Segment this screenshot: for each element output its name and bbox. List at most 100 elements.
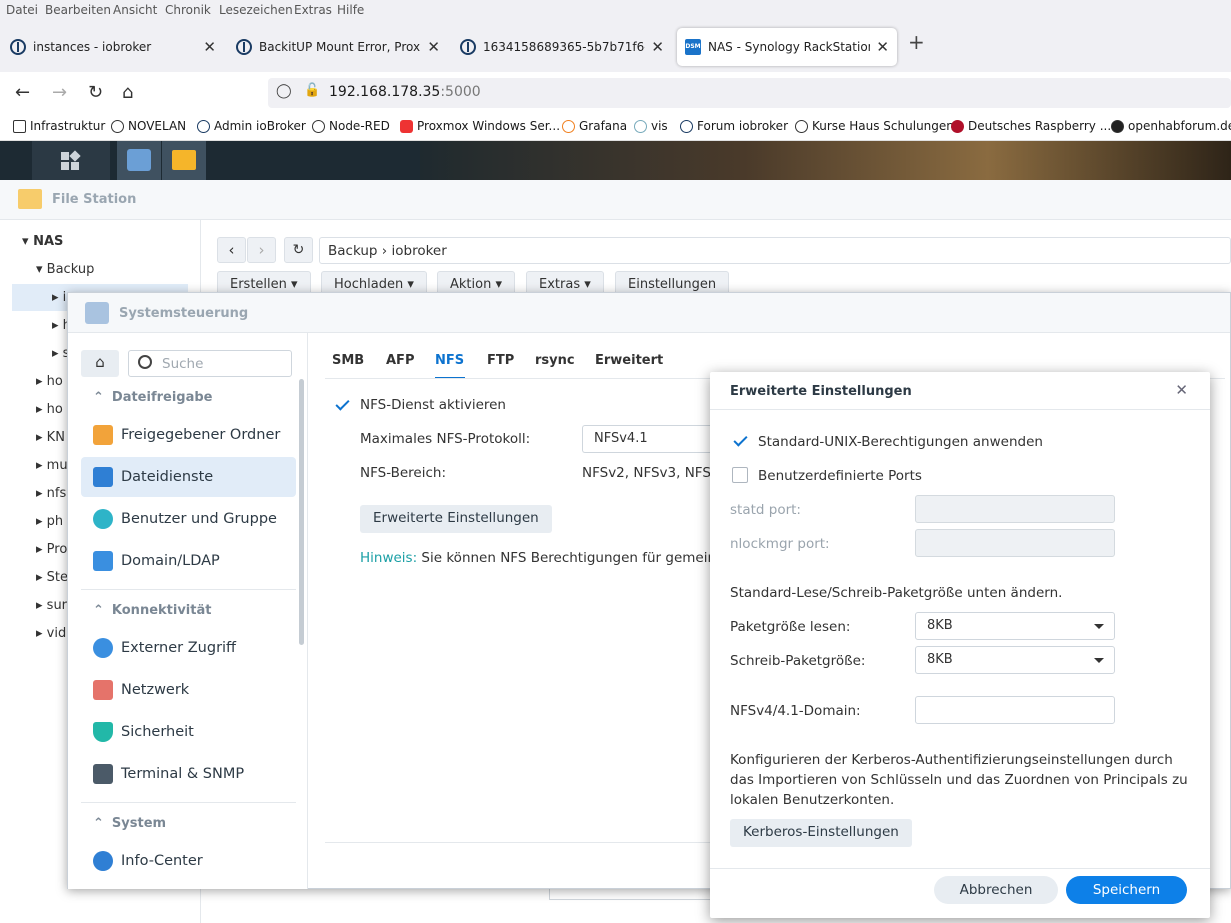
nfs-domain-input[interactable] xyxy=(915,696,1115,724)
scrollbar[interactable] xyxy=(299,379,304,645)
tree-item[interactable]: ▸ ph xyxy=(36,514,63,529)
forward-arrow-icon[interactable]: → xyxy=(52,82,67,103)
refresh-button[interactable]: ↻ xyxy=(284,237,313,263)
main-menu-button[interactable] xyxy=(32,141,110,180)
advanced-settings-button[interactable]: Erweiterte Einstellungen xyxy=(360,505,552,533)
custom-ports-checkbox[interactable] xyxy=(732,467,748,483)
menu-chronik[interactable]: Chronik xyxy=(165,3,211,17)
group-header-dateifreigabe[interactable]: ⌃ Dateifreigabe xyxy=(93,390,213,405)
sidebar-item-terminal-snmp[interactable]: Terminal & SNMP xyxy=(81,754,296,794)
breadcrumb-item[interactable]: Backup xyxy=(328,243,378,259)
search-input[interactable]: Suche xyxy=(128,350,292,377)
tree-item[interactable]: ▸ ho xyxy=(36,374,63,389)
sidebar-item-file-services[interactable]: Dateidienste xyxy=(81,457,296,497)
tree-root[interactable]: ▾ NAS xyxy=(22,234,63,249)
sidebar-item-network[interactable]: Netzwerk xyxy=(81,670,296,710)
menu-lesezeichen[interactable]: Lesezeichen xyxy=(219,3,293,17)
menu-datei[interactable]: Datei xyxy=(6,3,38,17)
dialog-titlebar[interactable]: Erweiterte Einstellungen ✕ xyxy=(710,372,1210,410)
home-icon: ⌂ xyxy=(95,353,105,371)
new-tab-button[interactable]: + xyxy=(908,30,925,54)
insecure-lock-icon[interactable]: 🔓 xyxy=(304,83,320,98)
tab-rsync[interactable]: rsync xyxy=(535,353,575,368)
tree-item[interactable]: ▸ mu xyxy=(36,458,68,473)
statd-port-input[interactable] xyxy=(915,495,1115,523)
cancel-button[interactable]: Abbrechen xyxy=(934,876,1058,904)
unix-permissions-checkbox[interactable] xyxy=(732,433,748,449)
menu-extras[interactable]: Extras xyxy=(294,3,332,17)
bookmark-item[interactable]: Proxmox Windows Ser... xyxy=(400,119,560,133)
menu-ansicht[interactable]: Ansicht xyxy=(113,3,157,17)
tab-ftp[interactable]: FTP xyxy=(487,353,514,368)
kerberos-settings-button[interactable]: Kerberos-Einstellungen xyxy=(730,819,912,847)
bookmark-item[interactable]: Deutsches Raspberry ... xyxy=(951,119,1111,133)
sidebar-item-user-group[interactable]: Benutzer und Gruppe xyxy=(81,499,296,539)
tree-item[interactable]: ▸ Pro xyxy=(36,542,67,557)
tab-instances[interactable]: instances - iobroker ✕ xyxy=(10,28,216,66)
bookmark-item[interactable]: Admin ioBroker xyxy=(197,119,306,133)
file-station-titlebar[interactable]: File Station xyxy=(0,180,1231,220)
tab-nas[interactable]: DSM NAS - Synology RackStation ✕ xyxy=(677,28,897,66)
bookmark-item[interactable]: Grafana xyxy=(562,119,627,133)
nfs-range-label: NFS-Bereich: xyxy=(360,465,446,481)
control-panel-titlebar[interactable]: Systemsteuerung xyxy=(68,293,1230,333)
back-arrow-icon[interactable]: ← xyxy=(15,82,30,103)
tree-item-backup[interactable]: ▾ Backup xyxy=(36,262,94,277)
home-icon[interactable]: ⌂ xyxy=(122,82,133,103)
sidebar-item-external-access[interactable]: Externer Zugriff xyxy=(81,628,296,668)
tree-item[interactable]: ▸ Ste xyxy=(36,570,68,585)
taskbar-file-station[interactable] xyxy=(162,141,206,180)
close-icon[interactable]: ✕ xyxy=(1175,381,1188,399)
sidebar-item-domain-ldap[interactable]: Domain/LDAP xyxy=(81,541,296,581)
menu-hilfe[interactable]: Hilfe xyxy=(337,3,364,17)
nlockmgr-port-input[interactable] xyxy=(915,529,1115,557)
sidebar-item-info-center[interactable]: Info-Center xyxy=(81,841,296,881)
close-icon[interactable]: ✕ xyxy=(203,38,216,56)
tree-item[interactable]: ▸ ho xyxy=(36,402,63,417)
close-icon[interactable]: ✕ xyxy=(876,38,889,56)
tab-image[interactable]: 1634158689365-5b7b71f6-e8dc ✕ xyxy=(460,28,664,66)
forward-button[interactable]: › xyxy=(247,237,276,263)
tree-item[interactable]: ▸ vid xyxy=(36,626,66,641)
group-header-connectivity[interactable]: ⌃ Konnektivität xyxy=(93,603,211,618)
write-size-select[interactable]: 8KB xyxy=(915,646,1115,674)
tree-label: KN xyxy=(46,430,65,445)
close-icon[interactable]: ✕ xyxy=(651,38,664,56)
save-button[interactable]: Speichern xyxy=(1066,876,1187,904)
tab-nfs[interactable]: NFS xyxy=(435,353,464,368)
tree-item[interactable]: ▸ sur xyxy=(36,598,67,613)
bookmark-folder[interactable]: Infrastruktur xyxy=(13,119,105,133)
breadcrumb[interactable]: Backup › iobroker xyxy=(319,237,1231,264)
tree-item[interactable]: ▸ i xyxy=(52,290,66,305)
home-button[interactable]: ⌂ xyxy=(81,350,119,377)
bookmark-item[interactable]: Forum iobroker xyxy=(680,119,788,133)
shield-icon[interactable]: ◯ xyxy=(276,83,292,99)
sidebar-item-security[interactable]: Sicherheit xyxy=(81,712,296,752)
group-header-system[interactable]: ⌃ System xyxy=(93,816,166,831)
close-icon[interactable]: ✕ xyxy=(427,38,440,56)
bookmark-item[interactable]: vis xyxy=(634,119,668,133)
menu-bearbeiten[interactable]: Bearbeiten xyxy=(45,3,111,17)
url-text[interactable]: 192.168.178.35:5000 xyxy=(329,84,481,100)
bookmark-item[interactable]: Kurse Haus Schulungen xyxy=(795,119,954,133)
breadcrumb-item[interactable]: iobroker xyxy=(391,243,446,259)
tree-item[interactable]: ▸ KN xyxy=(36,430,65,445)
max-protocol-select[interactable]: NFSv4.1 xyxy=(582,425,722,453)
back-button[interactable]: ‹ xyxy=(217,237,246,263)
tab-backitup[interactable]: BackitUP Mount Error, Proxmox ✕ xyxy=(236,28,440,66)
read-size-select[interactable]: 8KB xyxy=(915,612,1115,640)
bookmark-item[interactable]: NOVELAN xyxy=(111,119,186,133)
url-bar[interactable]: ◯ 🔓 192.168.178.35:5000 xyxy=(268,78,1231,108)
network-icon xyxy=(93,680,113,700)
tab-smb[interactable]: SMB xyxy=(332,353,364,368)
nfs-enable-checkbox[interactable] xyxy=(334,397,350,413)
tab-advanced[interactable]: Erweitert xyxy=(595,353,663,368)
bookmarks-bar: Infrastruktur NOVELAN Admin ioBroker Nod… xyxy=(0,114,1231,141)
tree-item[interactable]: ▸ nfs xyxy=(36,486,66,501)
sidebar-item-shared-folder[interactable]: Freigegebener Ordner xyxy=(81,415,296,455)
tab-afp[interactable]: AFP xyxy=(386,353,414,368)
bookmark-item[interactable]: openhabforum.de xyxy=(1111,119,1231,133)
taskbar-control-panel[interactable] xyxy=(117,141,161,180)
reload-icon[interactable]: ↻ xyxy=(88,82,103,103)
bookmark-item[interactable]: Node-RED xyxy=(312,119,390,133)
